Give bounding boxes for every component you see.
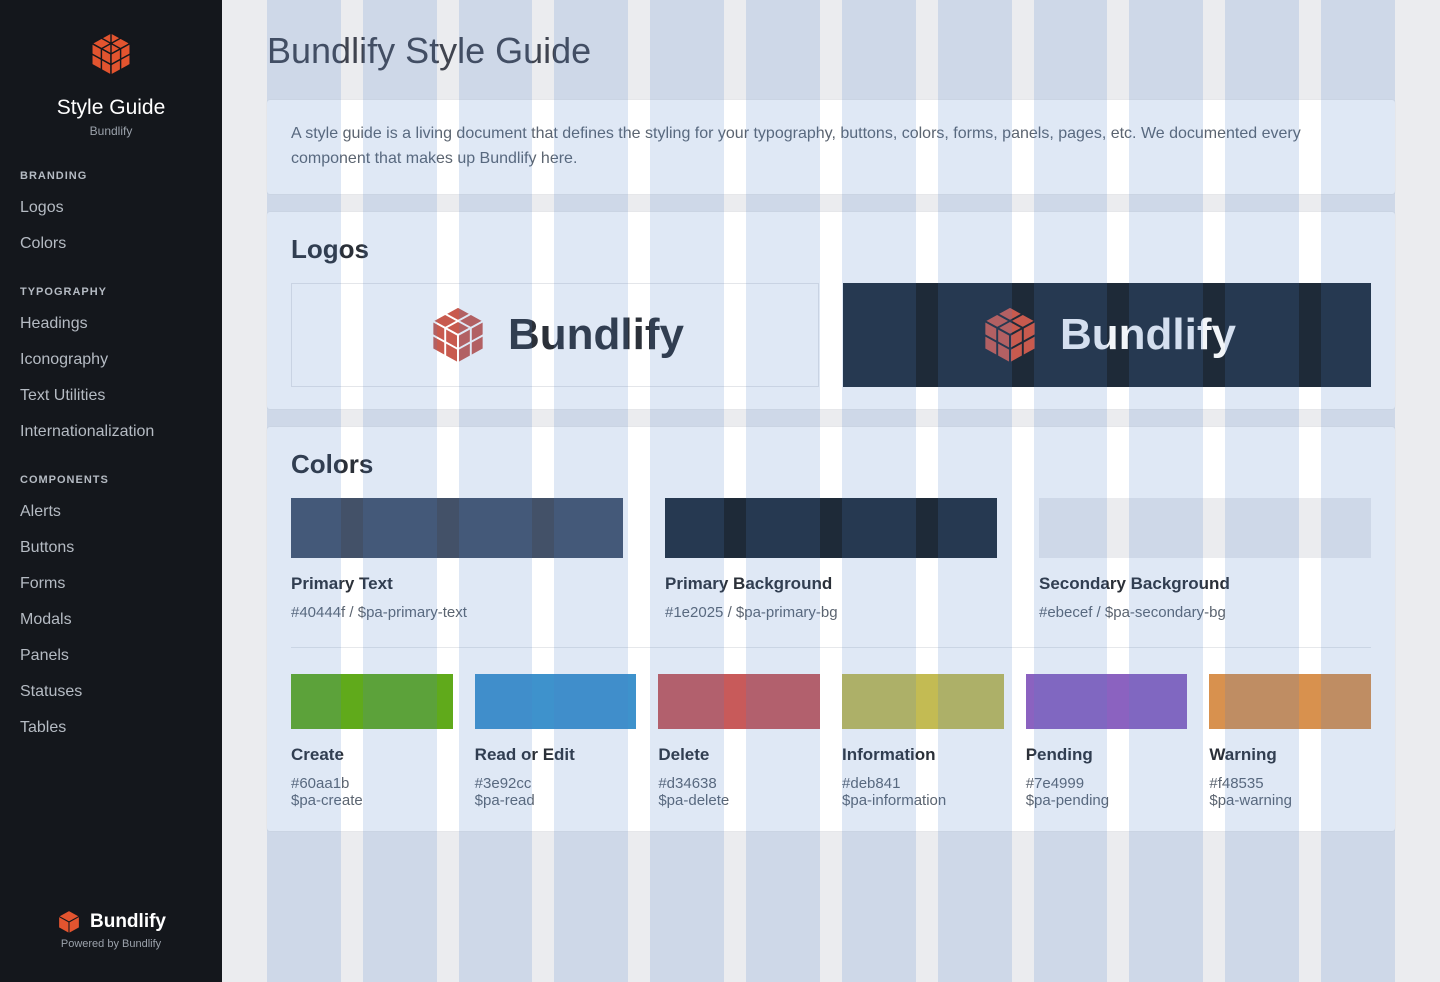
color-hex: #7e4999$pa-pending: [1026, 775, 1188, 809]
logo-light-label: Bundlify: [508, 310, 684, 360]
color-swatch: [658, 674, 820, 729]
sidebar-item-panels[interactable]: Panels: [0, 638, 222, 674]
sidebar-item-internationalization[interactable]: Internationalization: [0, 414, 222, 450]
cube-icon: [87, 30, 135, 78]
color-hex: #60aa1b$pa-create: [291, 775, 453, 809]
color-swatch: [1209, 674, 1371, 729]
color-hex: #f48535$pa-warning: [1209, 775, 1371, 809]
color-swatch: [842, 674, 1004, 729]
color-item: Information #deb841$pa-information: [842, 674, 1004, 809]
color-name: Secondary Background: [1039, 574, 1371, 594]
color-item: Pending #7e4999$pa-pending: [1026, 674, 1188, 809]
color-item: Delete #d34638$pa-delete: [658, 674, 820, 809]
color-name: Primary Text: [291, 574, 623, 594]
color-item: Read or Edit #3e92cc$pa-read: [475, 674, 637, 809]
color-name: Delete: [658, 745, 820, 765]
sidebar-subtitle: Bundlify: [0, 124, 222, 138]
color-swatch: [665, 498, 997, 558]
sidebar-item-modals[interactable]: Modals: [0, 602, 222, 638]
intro-text: A style guide is a living document that …: [291, 122, 1371, 172]
logo-dark: Bundlify: [843, 283, 1371, 387]
color-name: Warning: [1209, 745, 1371, 765]
sidebar-item-headings[interactable]: Headings: [0, 306, 222, 342]
colors-card: Colors Primary Text #40444f / $pa-primary…: [267, 427, 1395, 831]
sidebar-item-alerts[interactable]: Alerts: [0, 494, 222, 530]
color-item: Primary Background #1e2025 / $pa-primary-…: [665, 498, 997, 621]
sidebar-section-components: COMPONENTS: [0, 464, 222, 494]
sidebar-title: Style Guide: [0, 96, 222, 120]
color-item: Warning #f48535$pa-warning: [1209, 674, 1371, 809]
color-name: Read or Edit: [475, 745, 637, 765]
sidebar-item-text-utilities[interactable]: Text Utilities: [0, 378, 222, 414]
sidebar: Style Guide Bundlify BRANDING Logos Colo…: [0, 0, 222, 982]
sidebar-item-forms[interactable]: Forms: [0, 566, 222, 602]
logo-row: Bundlify Bundlify: [291, 283, 1371, 387]
cube-icon: [426, 303, 490, 367]
sidebar-section-typography: TYPOGRAPHY: [0, 276, 222, 306]
sidebar-item-statuses[interactable]: Statuses: [0, 674, 222, 710]
sidebar-item-colors[interactable]: Colors: [0, 226, 222, 262]
sidebar-item-iconography[interactable]: Iconography: [0, 342, 222, 378]
color-swatch: [1026, 674, 1188, 729]
color-name: Information: [842, 745, 1004, 765]
logos-card: Logos Bundlify: [267, 212, 1395, 409]
color-item: Secondary Background #ebecef / $pa-second…: [1039, 498, 1371, 621]
color-name: Primary Background: [665, 574, 997, 594]
cube-icon: [978, 303, 1042, 367]
color-hex: #ebecef / $pa-secondary-bg: [1039, 604, 1371, 621]
intro-card: A style guide is a living document that …: [267, 100, 1395, 194]
main-content: Bundlify Style Guide A style guide is a …: [222, 0, 1440, 889]
color-swatch: [475, 674, 637, 729]
sidebar-footer-sub: Powered by Bundlify: [0, 938, 222, 950]
color-item: Create #60aa1b$pa-create: [291, 674, 453, 809]
logo-dark-label: Bundlify: [1060, 310, 1236, 360]
sidebar-footer: Bundlify Powered by Bundlify: [0, 897, 222, 962]
color-hex: #3e92cc$pa-read: [475, 775, 637, 809]
color-item: Primary Text #40444f / $pa-primary-text: [291, 498, 623, 621]
color-hex: #1e2025 / $pa-primary-bg: [665, 604, 997, 621]
color-hex: #deb841$pa-information: [842, 775, 1004, 809]
cube-icon: [56, 909, 82, 935]
sidebar-logo: [0, 30, 222, 78]
logos-heading: Logos: [291, 234, 1371, 265]
sidebar-item-tables[interactable]: Tables: [0, 710, 222, 746]
sidebar-section-branding: BRANDING: [0, 160, 222, 190]
color-swatch: [291, 674, 453, 729]
colors-primary-row: Primary Text#40444f / $pa-primary-textPr…: [291, 498, 1371, 648]
color-hex: #40444f / $pa-primary-text: [291, 604, 623, 621]
color-name: Create: [291, 745, 453, 765]
color-hex: #d34638$pa-delete: [658, 775, 820, 809]
page-title: Bundlify Style Guide: [267, 30, 1395, 72]
sidebar-item-buttons[interactable]: Buttons: [0, 530, 222, 566]
colors-utility-row: Create #60aa1b$pa-create Read or Edit #3e92…: [291, 674, 1371, 809]
footer-brand-label: Bundlify: [90, 911, 166, 933]
color-name: Pending: [1026, 745, 1188, 765]
sidebar-item-logos[interactable]: Logos: [0, 190, 222, 226]
color-swatch: [291, 498, 623, 558]
color-swatch: [1039, 498, 1371, 558]
colors-heading: Colors: [291, 449, 1371, 480]
sidebar-footer-brand[interactable]: Bundlify: [0, 909, 222, 935]
logo-light: Bundlify: [291, 283, 819, 387]
